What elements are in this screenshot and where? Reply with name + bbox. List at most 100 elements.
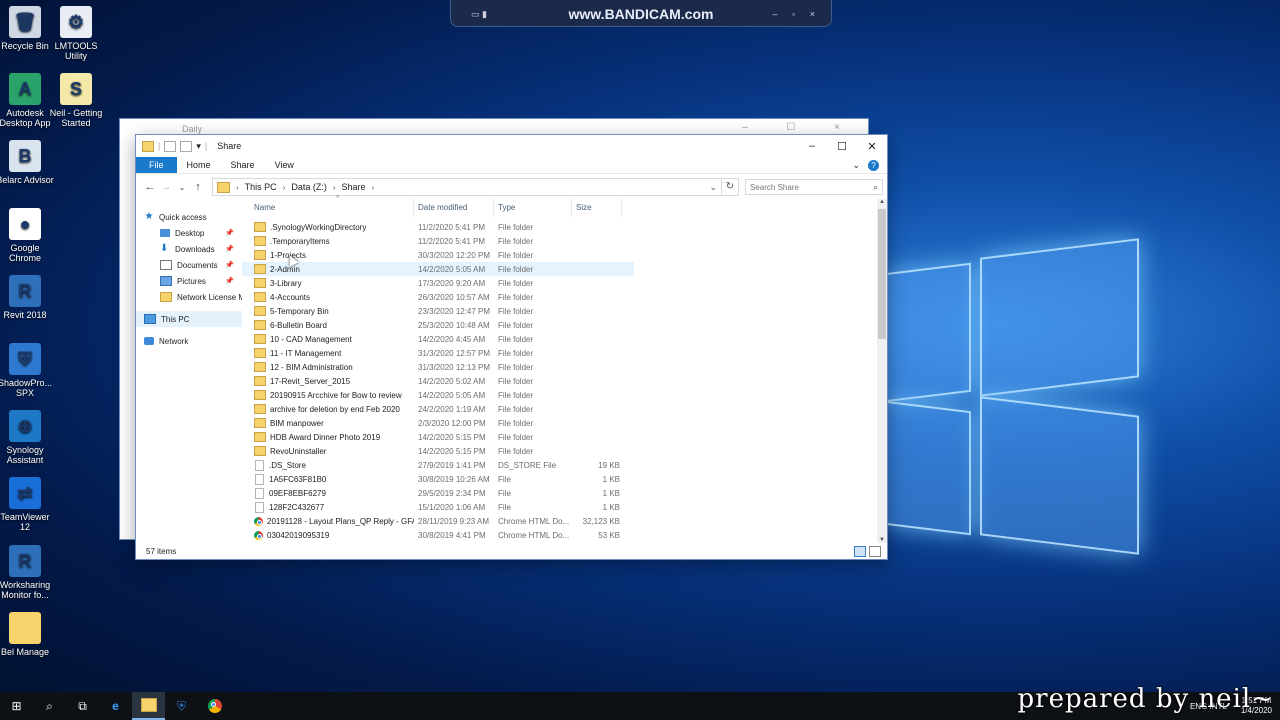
customize-toolbar-icon[interactable]: ▾ xyxy=(196,141,201,152)
nav-desktop[interactable]: Desktop 📌 xyxy=(136,225,242,241)
table-row[interactable]: 09EF8EBF6279 29/5/2019 2:34 PM File 1 KB xyxy=(242,486,887,500)
task-view-icon[interactable]: ⧉ xyxy=(66,692,99,720)
edge-icon[interactable]: e xyxy=(99,692,132,720)
table-row[interactable]: 4-Accounts 26/3/2020 10:57 AM File folder xyxy=(242,290,887,304)
desktop-icon-recycle-bin[interactable]: 🗑 Recycle Bin xyxy=(0,6,54,51)
nav-this-pc[interactable]: This PC xyxy=(136,311,242,327)
table-row[interactable]: .DS_Store 27/9/2019 1:41 PM DS_STORE File 1… xyxy=(242,458,887,472)
folder-icon xyxy=(254,320,266,330)
table-row[interactable]: RevoUninstaller 14/2/2020 5:15 PM File fol… xyxy=(242,444,887,458)
desktop-icon-revit-2018[interactable]: R Revit 2018 xyxy=(0,275,54,320)
column-size[interactable]: Size xyxy=(572,199,622,217)
desktop-icon-teamviewer-12[interactable]: ⇄ TeamViewer 12 xyxy=(0,477,54,532)
column-type[interactable]: Type xyxy=(494,199,572,217)
address-bar[interactable]: › This PC › Data (Z:) › Share › ⌄ xyxy=(212,178,722,196)
nav-pictures[interactable]: Pictures 📌 xyxy=(136,273,242,289)
table-row[interactable]: 20190915 Arcchive for Bow to review 14/2/… xyxy=(242,388,887,402)
tab-home[interactable]: Home xyxy=(177,157,221,173)
help-icon[interactable]: ? xyxy=(868,159,879,171)
table-row[interactable]: 03042019095319 30/8/2019 4:41 PM Chrome HT… xyxy=(242,528,887,542)
item-count: 57 items xyxy=(146,546,177,556)
column-headers: ^ Name Date modified Type Size xyxy=(242,195,887,218)
search-icon[interactable]: ⌕ xyxy=(33,692,66,720)
scroll-thumb[interactable] xyxy=(878,209,886,339)
file-explorer-window[interactable]: | ▾ | Share – ☐ ✕ File Home Share View ⌄… xyxy=(135,134,888,560)
table-row[interactable]: .TemporaryItems 11/2/2020 5:41 PM File fol… xyxy=(242,234,887,248)
expand-ribbon-icon[interactable]: ⌄ xyxy=(852,160,860,171)
table-row[interactable]: 6-Bulletin Board 25/3/2020 10:48 AM File f… xyxy=(242,318,887,332)
table-row[interactable]: HDB Award Dinner Photo 2019 14/2/2020 5:1… xyxy=(242,430,887,444)
desktop-icon-label: Worksharing Monitor fo... xyxy=(0,580,51,600)
desktop-icon-worksharing-monitor-fo[interactable]: R Worksharing Monitor fo... xyxy=(0,545,54,600)
desktop-icon-autodesk-desktop-app[interactable]: A Autodesk Desktop App xyxy=(0,73,54,128)
file-size: 1 KB xyxy=(602,488,620,498)
start-button[interactable]: ⊞ xyxy=(0,692,33,720)
desktop-icon-synology-assistant[interactable]: ⊕ Synology Assistant xyxy=(0,410,54,465)
refresh-icon[interactable]: ↻ xyxy=(722,178,739,196)
column-name[interactable]: Name xyxy=(242,199,414,217)
nav-network-license[interactable]: Network License M xyxy=(136,289,242,305)
scroll-up-icon[interactable]: ▲ xyxy=(877,199,887,205)
table-row[interactable]: 1A5FC63F81B0 30/8/2019 10:26 AM File 1 KB xyxy=(242,472,887,486)
table-row[interactable]: 10 - CAD Management 14/2/2020 4:45 AM File… xyxy=(242,332,887,346)
properties-icon[interactable] xyxy=(164,140,177,152)
file-name: 6-Bulletin Board xyxy=(270,320,327,330)
date-modified: 31/3/2020 12:57 PM xyxy=(418,348,491,358)
table-row[interactable]: 20191128 - Layout Plans_QP Reply - GFA .… xyxy=(242,514,887,528)
desktop-icon-label: Revit 2018 xyxy=(3,310,47,320)
nav-quick-access[interactable]: ★ Quick access xyxy=(136,209,242,225)
title-bar[interactable]: | ▾ | Share – ☐ ✕ xyxy=(136,135,887,157)
breadcrumb-data-z[interactable]: Data (Z:) xyxy=(291,182,327,192)
desktop-icon-belarc-advisor[interactable]: B Belarc Advisor xyxy=(0,140,54,185)
chrome-icon[interactable] xyxy=(198,692,231,720)
desktop-icon-shadowpro-spx[interactable]: ⛨ ShadowPro... SPX xyxy=(0,343,54,398)
breadcrumb-this-pc[interactable]: This PC xyxy=(245,182,277,192)
tab-view[interactable]: View xyxy=(265,157,304,173)
new-folder-icon[interactable] xyxy=(180,140,193,152)
table-row[interactable]: 1-Projects 30/3/2020 12:20 PM File folder xyxy=(242,248,887,262)
back-window-controls[interactable]: – ☐ × xyxy=(742,122,858,133)
recent-locations-icon[interactable]: ⌄ xyxy=(174,183,190,192)
tab-file[interactable]: File xyxy=(136,157,177,173)
table-row[interactable]: archive for deletion by end Feb 2020 24/2… xyxy=(242,402,887,416)
file-size: 53 KB xyxy=(598,530,620,540)
date-modified: 25/3/2020 10:48 AM xyxy=(418,320,490,330)
table-row[interactable]: 5-Temporary Bin 23/3/2020 12:47 PM File fo… xyxy=(242,304,887,318)
breadcrumb-share[interactable]: Share xyxy=(342,182,366,192)
desktop-icon-neil-getting-started[interactable]: S Neil - Getting Started xyxy=(47,73,105,128)
desktop-icon-google-chrome[interactable]: ● Google Chrome xyxy=(0,208,54,263)
large-icons-view-icon[interactable] xyxy=(869,545,881,557)
address-dropdown-icon[interactable]: ⌄ xyxy=(705,182,721,193)
close-button[interactable]: ✕ xyxy=(857,140,887,153)
tab-share[interactable]: Share xyxy=(221,157,265,173)
nav-downloads[interactable]: ⬇ Downloads 📌 xyxy=(136,241,242,257)
table-row[interactable]: BIM manpower 2/3/2020 12:00 PM File folder xyxy=(242,416,887,430)
vertical-scrollbar[interactable]: ▲ ▼ xyxy=(877,199,887,543)
details-view-icon[interactable] xyxy=(854,545,866,557)
shield-icon[interactable]: ⛨ xyxy=(165,692,198,720)
table-row[interactable]: 17-Revit_Server_2015 14/2/2020 5:02 AM Fil… xyxy=(242,374,887,388)
forward-arrow-icon[interactable]: → xyxy=(158,181,174,193)
table-row[interactable]: 2-Admin 14/2/2020 5:05 AM File folder xyxy=(242,262,634,276)
table-row[interactable]: 3-Library 17/3/2020 9:20 AM File folder xyxy=(242,276,887,290)
maximize-button[interactable]: ☐ xyxy=(827,140,857,153)
back-arrow-icon[interactable]: ← xyxy=(142,181,158,193)
folder-icon xyxy=(254,250,266,260)
desktop-icon-lmtools-utility[interactable]: ⚙ LMTOOLS Utility xyxy=(47,6,105,61)
column-date-modified[interactable]: Date modified xyxy=(414,199,494,217)
nav-documents[interactable]: Documents 📌 xyxy=(136,257,242,273)
quick-access-toolbar[interactable]: | ▾ | xyxy=(136,140,207,152)
desktop-icon-bel-manage[interactable]: Bel Manage xyxy=(0,612,54,657)
table-row[interactable]: 12 - BIM Administration 31/3/2020 12:13 P… xyxy=(242,360,887,374)
table-row[interactable]: 11 - IT Management 31/3/2020 12:57 PM File… xyxy=(242,346,887,360)
nav-network[interactable]: Network xyxy=(136,333,242,349)
file-explorer-taskbar-icon[interactable] xyxy=(132,692,165,720)
file-name: HDB Award Dinner Photo 2019 xyxy=(270,432,381,442)
up-arrow-icon[interactable]: ↑ xyxy=(190,181,206,193)
table-row[interactable]: 128F2C432677 15/1/2020 1:06 AM File 1 KB xyxy=(242,500,887,514)
search-input[interactable]: Search Share ⌕ xyxy=(745,179,883,195)
file-type: File folder xyxy=(498,306,534,316)
table-row[interactable]: .SynologyWorkingDirectory 11/2/2020 5:41 … xyxy=(242,220,887,234)
date-modified: 15/1/2020 1:06 AM xyxy=(418,502,486,512)
minimize-button[interactable]: – xyxy=(797,140,827,153)
